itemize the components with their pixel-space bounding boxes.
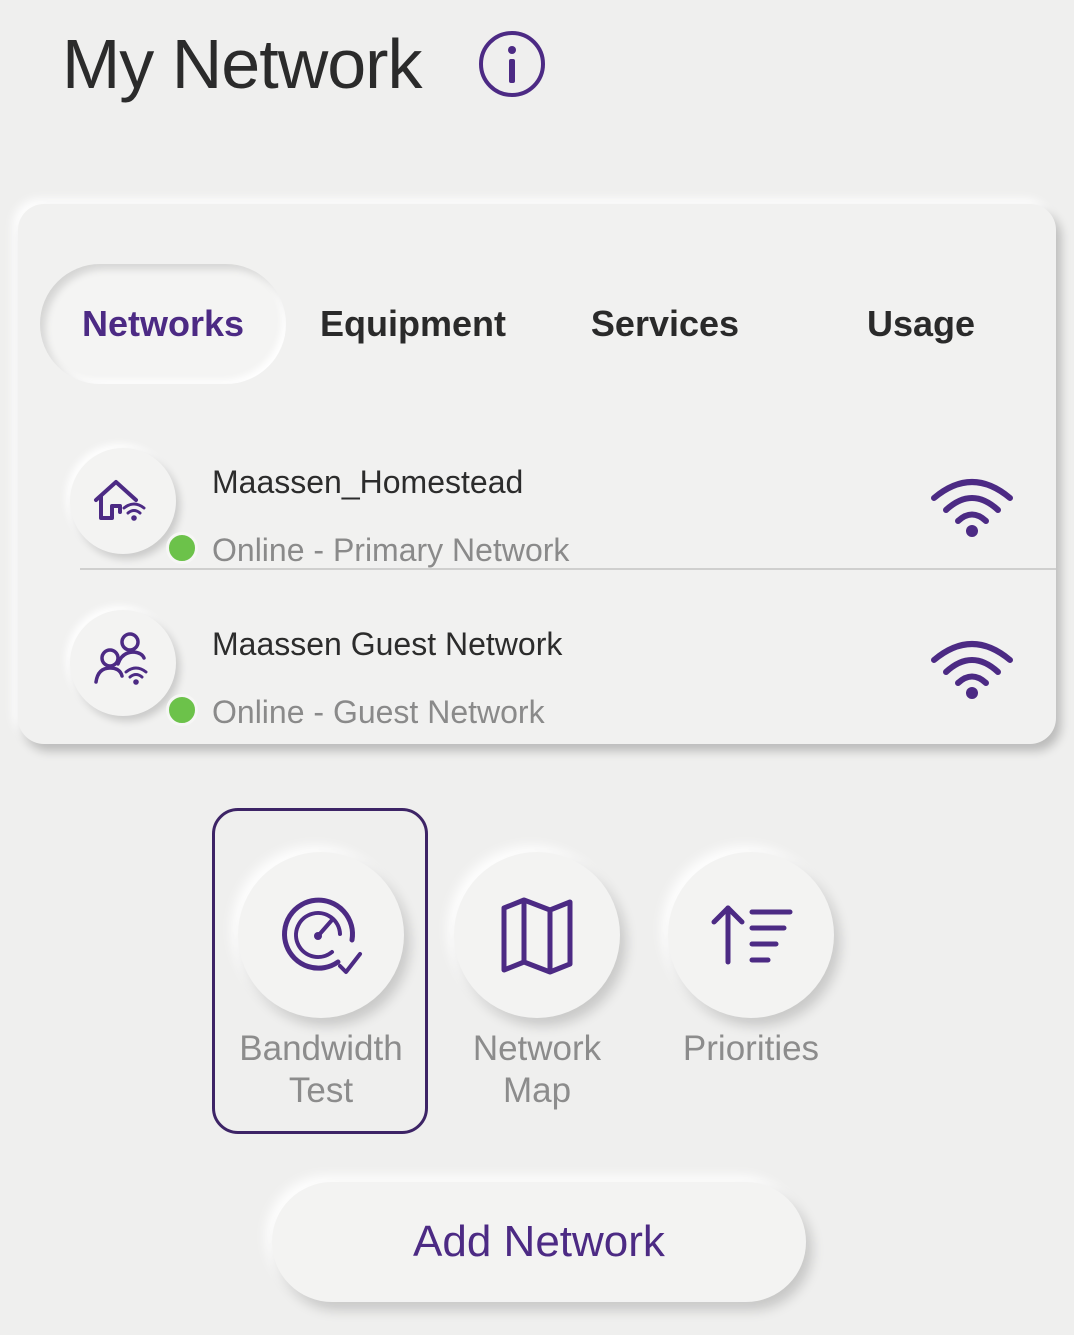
online-status-dot — [166, 532, 198, 564]
action-label: Priorities — [682, 1029, 820, 1068]
bandwidth-test-button[interactable]: Bandwidth Test — [238, 852, 404, 1112]
priorities-button[interactable]: Priorities — [668, 852, 834, 1070]
network-status: Online - Guest Network — [212, 694, 545, 730]
add-network-button[interactable]: Add Network — [272, 1182, 806, 1302]
action-circle — [454, 852, 620, 1018]
map-icon — [501, 897, 573, 975]
online-status-dot — [166, 694, 198, 726]
network-status: Online - Primary Network — [212, 532, 570, 568]
tab-bar: Networks Equipment Services Usage — [18, 264, 1056, 384]
network-row-guest[interactable]: Maassen Guest Network Online - Guest Net… — [18, 586, 1056, 736]
guest-users-wifi-icon — [94, 632, 148, 685]
tab-networks[interactable]: Networks — [40, 264, 286, 384]
tab-usage[interactable]: Usage — [856, 264, 986, 384]
info-icon[interactable] — [476, 28, 548, 100]
action-circle — [668, 852, 834, 1018]
row-divider — [80, 568, 1056, 570]
page-title: My Network — [62, 25, 422, 103]
home-wifi-icon — [94, 480, 146, 521]
speedometer-icon — [282, 897, 362, 974]
tab-equipment[interactable]: Equipment — [306, 264, 520, 384]
network-map-button[interactable]: Network Map — [454, 852, 620, 1112]
action-label: Bandwidth Test — [239, 1029, 403, 1110]
network-avatar — [70, 610, 176, 716]
action-circle — [238, 852, 404, 1018]
wifi-icon — [931, 479, 1013, 537]
priority-sort-icon — [711, 905, 793, 965]
wifi-icon — [931, 641, 1013, 699]
tab-services[interactable]: Services — [578, 264, 752, 384]
network-name: Maassen Guest Network — [212, 626, 563, 662]
network-row-primary[interactable]: Maassen_Homestead Online - Primary Netwo… — [18, 424, 1056, 574]
action-label: Network Map — [472, 1029, 602, 1110]
network-card: Networks Equipment Services Usage Maasse… — [18, 204, 1056, 744]
network-name: Maassen_Homestead — [212, 464, 524, 500]
network-avatar — [70, 448, 176, 554]
